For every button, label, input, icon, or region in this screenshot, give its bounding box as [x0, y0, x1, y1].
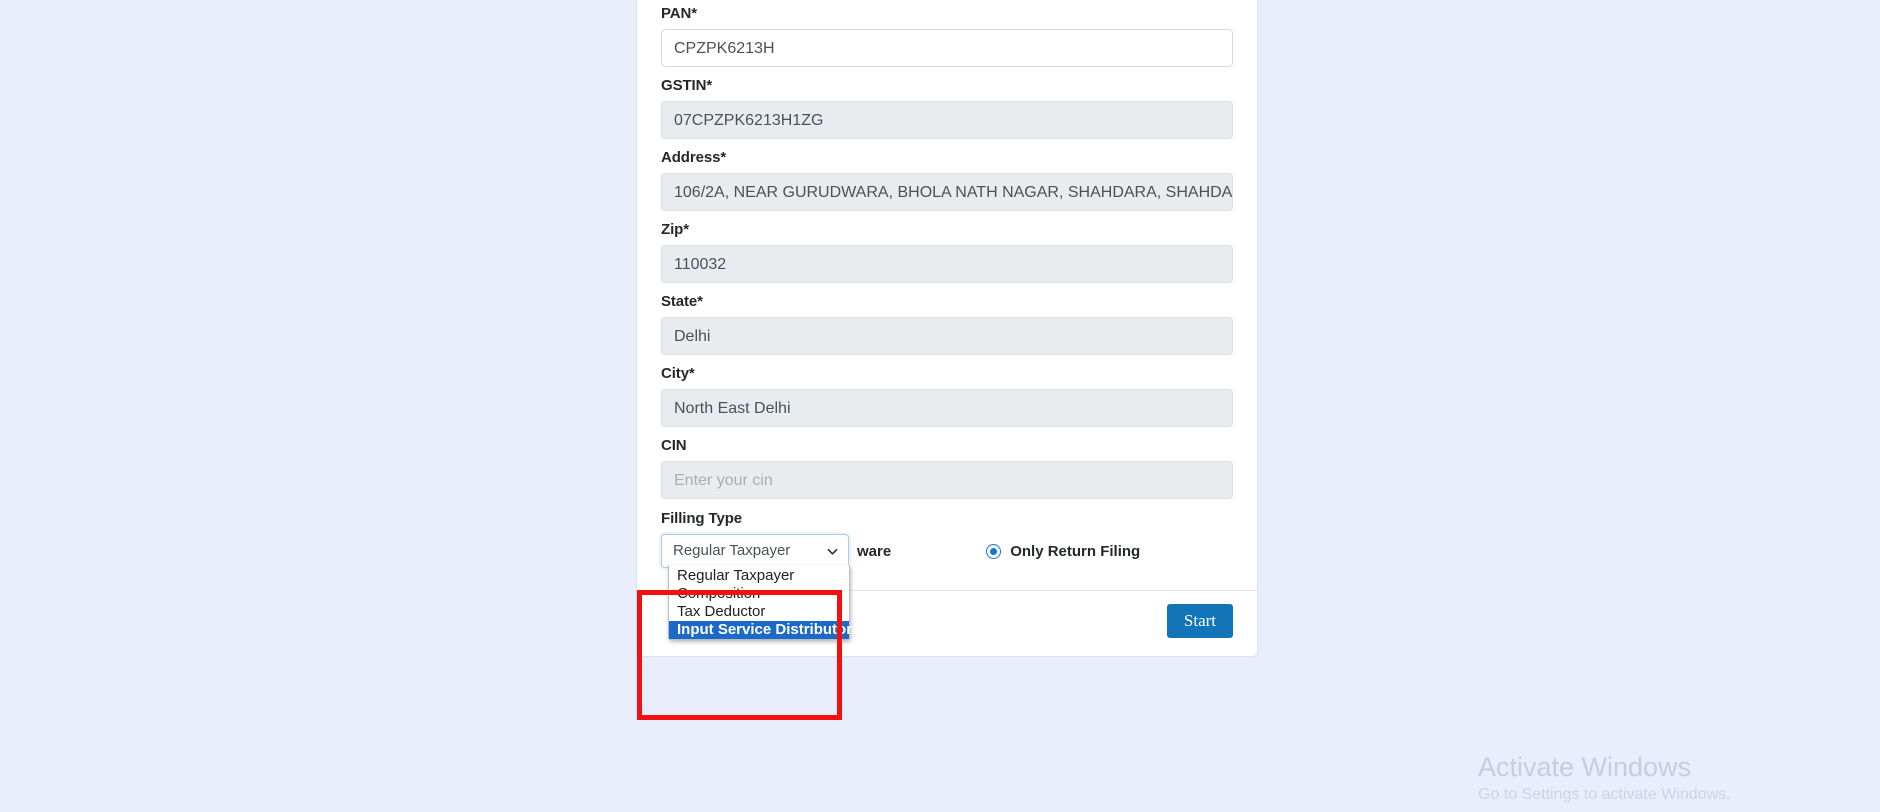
- option-tax-deductor[interactable]: Tax Deductor: [669, 603, 849, 621]
- filling-type-row: Regular Taxpayer ware Only Return Filing: [661, 534, 1233, 568]
- return-filing-label: Only Return Filing: [1010, 542, 1141, 560]
- filling-type-options-list[interactable]: Regular Taxpayer Composition Tax Deducto…: [668, 565, 852, 640]
- watermark-subtitle: Go to Settings to activate Windows.: [1478, 786, 1731, 803]
- chevron-down-icon: [827, 546, 838, 557]
- field-cin: CIN Enter your cin: [661, 435, 1233, 499]
- cin-input[interactable]: Enter your cin: [661, 461, 1233, 499]
- field-label-address: Address*: [661, 149, 727, 166]
- field-label-city: City*: [661, 365, 695, 382]
- watermark-title: Activate Windows: [1478, 752, 1692, 782]
- field-label-gstin: GSTIN*: [661, 77, 713, 94]
- option-input-service-distributor[interactable]: Input Service Distributor: [669, 621, 852, 639]
- city-input[interactable]: North East Delhi: [661, 389, 1233, 427]
- form-fields-container: Your Name* Deepak Goyal PAN* CPZPK6213H …: [637, 0, 1257, 640]
- field-label-filling-type: Filling Type: [661, 510, 743, 527]
- start-button[interactable]: Start: [1166, 604, 1233, 638]
- registration-form-card: Your Name* Deepak Goyal PAN* CPZPK6213H …: [636, 0, 1258, 657]
- field-filling-type: Filling Type Regular Taxpayer ware Only …: [661, 508, 1233, 640]
- return-filing-radio-icon[interactable]: [986, 543, 1002, 559]
- activate-windows-watermark: Activate Windows Go to Settings to activ…: [1478, 750, 1818, 806]
- field-address: Address* 106/2A, NEAR GURUDWARA, BHOLA N…: [661, 147, 1233, 211]
- filling-type-selected-value: Regular Taxpayer: [673, 542, 791, 559]
- field-city: City* North East Delhi: [661, 363, 1233, 427]
- field-label-state: State*: [661, 293, 703, 310]
- option-composition[interactable]: Composition: [669, 585, 849, 603]
- gstin-input[interactable]: 07CPZPK6213H1ZG: [661, 101, 1233, 139]
- return-filing-option[interactable]: Only Return Filing: [986, 543, 1140, 560]
- field-state: State* Delhi: [661, 291, 1233, 355]
- option-regular-taxpayer[interactable]: Regular Taxpayer: [669, 567, 849, 585]
- field-label-pan: PAN*: [661, 5, 697, 22]
- field-label-zip: Zip*: [661, 221, 689, 238]
- address-input[interactable]: 106/2A, NEAR GURUDWARA, BHOLA NATH NAGAR…: [661, 173, 1233, 211]
- zip-input[interactable]: 110032: [661, 245, 1233, 283]
- pan-input[interactable]: CPZPK6213H: [661, 29, 1233, 67]
- field-gstin: GSTIN* 07CPZPK6213H1ZG: [661, 75, 1233, 139]
- field-pan: PAN* CPZPK6213H: [661, 3, 1233, 67]
- filling-type-select[interactable]: Regular Taxpayer: [661, 534, 849, 568]
- software-option-label: ware: [857, 542, 892, 560]
- field-zip: Zip* 110032: [661, 219, 1233, 283]
- field-label-cin: CIN: [661, 437, 687, 454]
- state-input[interactable]: Delhi: [661, 317, 1233, 355]
